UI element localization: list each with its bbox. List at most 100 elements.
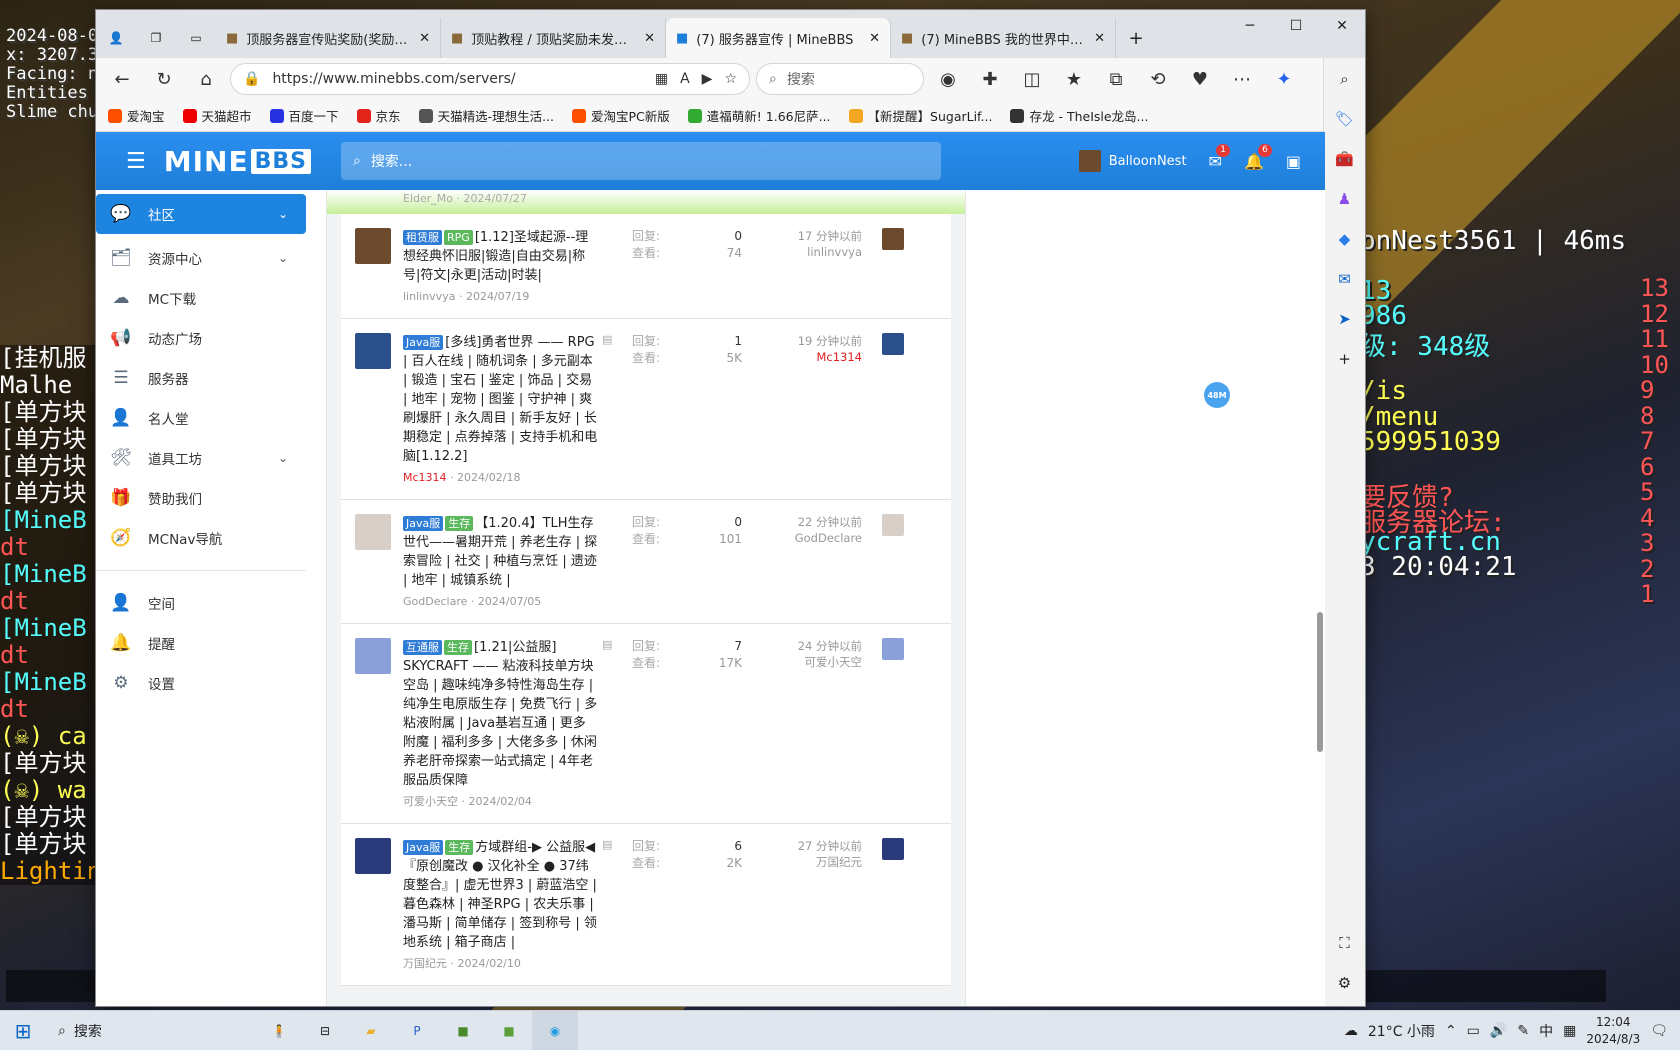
thread-author[interactable]: Mc1314 (403, 471, 447, 484)
ime-grid-icon[interactable]: ▦ (1563, 1023, 1576, 1039)
prefix-tag[interactable]: Java服 (403, 335, 444, 350)
bell-icon[interactable]: 🔔 6 (1244, 143, 1272, 171)
thread-title[interactable]: [1.21|公益服] SKYCRAFT —— 粘液科技单方块空岛 | 趣味纯净多… (403, 640, 597, 788)
tab-close-icon[interactable]: ✕ (869, 31, 880, 46)
sidebar-search-icon[interactable]: ⌕ (1332, 66, 1358, 92)
settings-gear-icon[interactable]: ⚙ (1332, 970, 1358, 996)
avatar[interactable] (355, 333, 391, 369)
prefix-tag[interactable]: 生存 (445, 840, 474, 855)
refresh-button[interactable]: ↻ (146, 63, 182, 95)
last-post-time[interactable]: 19 分钟以前 (762, 333, 862, 349)
history-icon[interactable]: ⟲ (1140, 63, 1176, 95)
last-post-time[interactable]: 27 分钟以前 (762, 838, 862, 854)
browser-search-box[interactable]: ⌕ 搜索 (756, 63, 924, 95)
table-row[interactable]: Java服 [多线]勇者世界 —— RPG | 百人在线 | 随机词条 | 多元副… (341, 319, 951, 500)
prefix-tag[interactable]: 生存 (444, 640, 472, 655)
video-icon[interactable]: ▶ (702, 71, 713, 87)
sidebar-item[interactable]: ☁ MC下载 (96, 278, 306, 318)
bookmark-item[interactable]: 京东 (356, 106, 401, 125)
prefix-tag[interactable]: Java服 (403, 840, 444, 855)
thread-title[interactable]: 方域群组-▶ 公益服◀ 『原创魔改 ● 汉化补全 ● 37纬度整合』| 虚无世界… (403, 840, 597, 950)
sidebar-item[interactable]: ☰ 服务器 (96, 358, 306, 398)
table-row[interactable]: 互通服 生存 [1.21|公益服] SKYCRAFT —— 粘液科技单方块空岛 | … (341, 624, 951, 824)
widget-figure-icon[interactable]: 🧍 (256, 1011, 302, 1050)
table-row[interactable]: Java服 生存 方域群组-▶ 公益服◀ 『原创魔改 ● 汉化补全 ● 37纬度整合… (341, 824, 951, 986)
sidebar-item[interactable]: 💬 社区 ⌄ (96, 194, 306, 234)
last-post-user[interactable]: 万国纪元 (762, 854, 862, 870)
collections-icon[interactable]: ⧉ (1098, 63, 1134, 95)
avatar[interactable] (882, 228, 904, 250)
last-post-time[interactable]: 24 分钟以前 (762, 638, 862, 654)
tab-actions-icon[interactable]: ▭ (176, 18, 216, 58)
sidebar-item[interactable]: 🎁 赞助我们 (96, 478, 306, 518)
browser-tab[interactable]: ■ 顶服务器宣传贴奖励(奖励天空 ✕ (216, 18, 441, 58)
tools-icon[interactable]: 🧰 (1332, 146, 1358, 172)
profile-icon[interactable]: 👤 (96, 18, 136, 58)
avatar[interactable] (882, 514, 904, 536)
last-post-user[interactable]: 可爱小天空 (762, 654, 863, 670)
thread-author[interactable]: GodDeclare (403, 595, 467, 608)
weather-icon[interactable]: ☁ (1344, 1023, 1358, 1039)
maximize-button[interactable]: ☐ (1273, 10, 1319, 42)
bookmark-item[interactable]: 天猫超市 (182, 106, 252, 125)
shopping-tag-icon[interactable]: 🏷 (1332, 106, 1358, 132)
games-icon[interactable]: ♟ (1332, 186, 1358, 212)
file-explorer-icon[interactable]: ▰ (348, 1011, 394, 1050)
thread-author[interactable]: 可爱小天空 (403, 795, 458, 808)
bookmark-item[interactable]: 百度一下 (269, 106, 339, 125)
thread-author[interactable]: 万国纪元 (403, 957, 447, 970)
close-window-button[interactable]: ✕ (1319, 10, 1365, 42)
sidebar-item[interactable]: ⚙ 设置 (96, 663, 306, 703)
edge-taskbar-icon[interactable]: ◉ (532, 1010, 578, 1050)
prefix-tag[interactable]: RPG (444, 230, 473, 245)
copilot-side-icon[interactable]: ◆ (1332, 226, 1358, 252)
favorite-star-icon[interactable]: ☆ (724, 71, 737, 87)
username[interactable]: BalloonNest (1109, 154, 1187, 169)
hamburger-menu-icon[interactable]: ☰ (126, 149, 146, 174)
pen-icon[interactable]: ✎ (1517, 1023, 1529, 1039)
sidebar-item[interactable]: 👤 名人堂 (96, 398, 306, 438)
last-post-user[interactable]: GodDeclare (762, 530, 862, 546)
avatar[interactable] (882, 333, 904, 355)
mail-icon[interactable]: ✉ 1 (1209, 143, 1230, 171)
table-row[interactable]: Java服 生存 【1.20.4】TLH生存世代——暑期开荒 | 养老生存 | 探索… (341, 500, 951, 624)
task-view-icon[interactable]: ⊟ (302, 1011, 348, 1050)
minimize-button[interactable]: ─ (1227, 10, 1273, 42)
avatar[interactable] (355, 638, 391, 674)
page-scrollbar[interactable] (1317, 612, 1323, 752)
puzzle-extensions-icon[interactable]: ✚ (972, 63, 1008, 95)
bookmark-item[interactable]: 存龙 - TheIsle龙岛... (1010, 106, 1148, 125)
weather-text[interactable]: 21°C 小雨 (1368, 1021, 1435, 1041)
last-post-user[interactable]: linlinvvya (762, 244, 862, 260)
app-available-icon[interactable]: ▦ (655, 71, 668, 87)
tab-close-icon[interactable]: ✕ (419, 31, 430, 46)
sidebar-item[interactable]: 🧭 MCNav导航 (96, 518, 306, 558)
sidebar-item[interactable]: 🛠 道具工坊 ⌄ (96, 438, 306, 478)
last-post-time[interactable]: 17 分钟以前 (762, 228, 862, 244)
prefix-tag[interactable]: Java服 (403, 516, 444, 531)
powershell-icon[interactable]: P (394, 1011, 440, 1050)
site-search-input[interactable]: ⌕ 搜索... (340, 142, 941, 180)
taskbar-search[interactable]: ⌕ 搜索 (46, 1011, 256, 1050)
browser-essentials-icon[interactable]: ♥ (1182, 63, 1218, 95)
address-bar[interactable]: 🔒 https://www.minebbs.com/servers/ ▦ A ▶… (230, 63, 750, 95)
thread-author[interactable]: linlinvvya (403, 290, 455, 303)
prefix-tag[interactable]: 互通服 (403, 640, 442, 655)
sidebar-item[interactable]: 🔔 提醒 (96, 623, 306, 663)
chevron-down-icon[interactable]: ⌄ (278, 451, 288, 465)
tab-close-icon[interactable]: ✕ (644, 31, 655, 46)
workspaces-icon[interactable]: ❐ (136, 18, 176, 58)
tray-expand-icon[interactable]: ⌃ (1445, 1023, 1457, 1039)
browser-tab[interactable]: ■ (7) MineBBS 我的世界中文论坛 ✕ (891, 18, 1116, 58)
prefix-tag[interactable]: 生存 (445, 516, 474, 531)
more-menu-icon[interactable]: ⋯ (1224, 63, 1260, 95)
avatar[interactable] (1078, 150, 1101, 172)
send-icon[interactable]: ➤ (1332, 306, 1358, 332)
copilot-icon[interactable]: ✦ (1266, 63, 1302, 95)
bookmark-item[interactable]: 天猫精选-理想生活... (418, 106, 554, 125)
split-screen-icon[interactable]: ◫ (1014, 63, 1050, 95)
notification-icon[interactable]: 🗨 (1650, 1023, 1668, 1039)
chevron-down-icon[interactable]: ⌄ (278, 207, 288, 221)
last-post-user[interactable]: Mc1314 (762, 349, 862, 365)
screenshot-icon[interactable]: ⛶ (1332, 930, 1358, 956)
